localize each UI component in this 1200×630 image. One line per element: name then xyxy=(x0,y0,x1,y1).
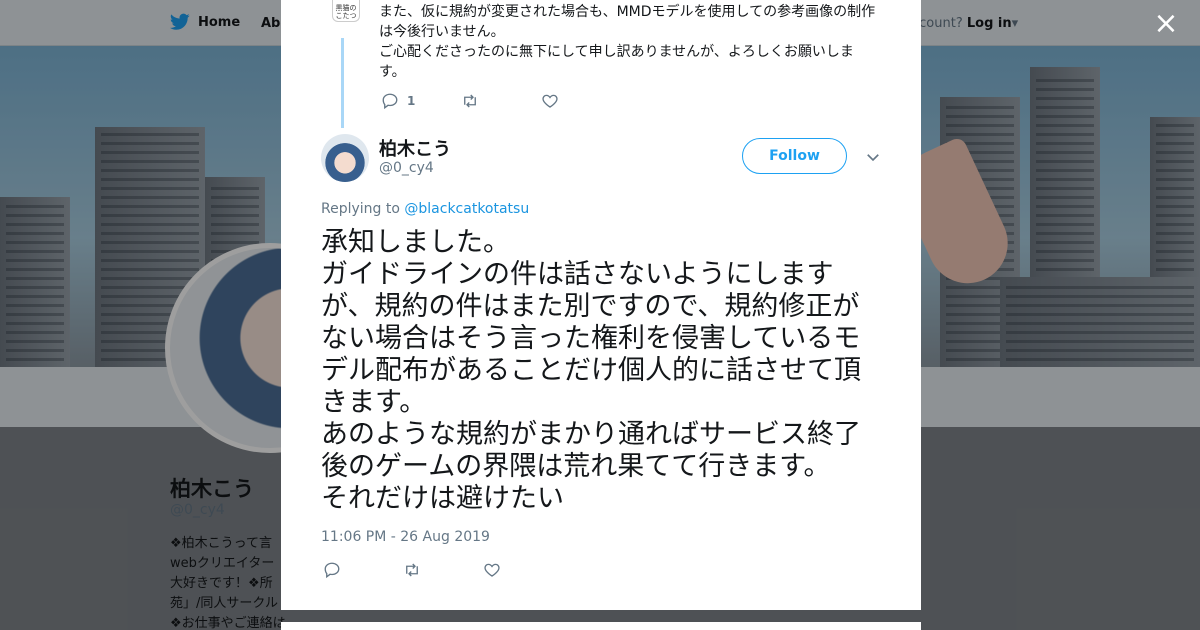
retweet-button[interactable] xyxy=(403,561,483,579)
heart-icon xyxy=(542,94,558,108)
replying-to-link[interactable]: @blackcatkotatsu xyxy=(404,201,529,217)
tweet-text: 承知しました。 ガイドラインの件は話さないようにしますが、規約の件はまた別ですの… xyxy=(321,227,861,514)
follow-button[interactable]: Follow xyxy=(742,138,847,174)
chevron-down-icon[interactable] xyxy=(864,148,882,166)
reply-button[interactable] xyxy=(323,561,403,579)
retweet-icon xyxy=(464,94,476,108)
replying-to: Replying to @blackcatkotatsu xyxy=(321,201,529,217)
tweet-timestamp[interactable]: 11:06 PM - 26 Aug 2019 xyxy=(321,529,490,545)
reply-icon xyxy=(324,562,340,579)
replying-prefix: Replying to xyxy=(321,201,400,217)
previous-tweet-text: また、仮に規約が変更された場合も、MMDモデルを使用しての参考画像の制作は今後行… xyxy=(379,4,876,80)
retweet-button[interactable] xyxy=(461,92,541,110)
tweet-actions xyxy=(323,561,563,579)
retweet-icon xyxy=(406,563,418,577)
heart-icon xyxy=(484,563,500,577)
thread-connector xyxy=(341,38,344,128)
tweet-modal: 黒猫の こたつ また、仮に規約が変更された場合も、MMDモデルを使用しての参考画… xyxy=(281,0,921,610)
next-tweet-edge xyxy=(281,622,921,630)
reply-count: 1 xyxy=(407,94,416,108)
author-name[interactable]: 柏木こう xyxy=(379,135,451,161)
like-button[interactable] xyxy=(483,561,563,579)
reply-button[interactable]: 1 xyxy=(381,92,461,110)
previous-tweet-actions: 1 xyxy=(381,92,621,110)
close-icon[interactable]: × xyxy=(1152,9,1180,39)
previous-tweet-avatar[interactable]: 黒猫の こたつ xyxy=(332,0,360,22)
author-handle[interactable]: @0_cy4 xyxy=(379,160,434,176)
author-avatar[interactable] xyxy=(321,134,369,182)
like-button[interactable] xyxy=(541,92,621,110)
reply-icon xyxy=(382,93,398,110)
